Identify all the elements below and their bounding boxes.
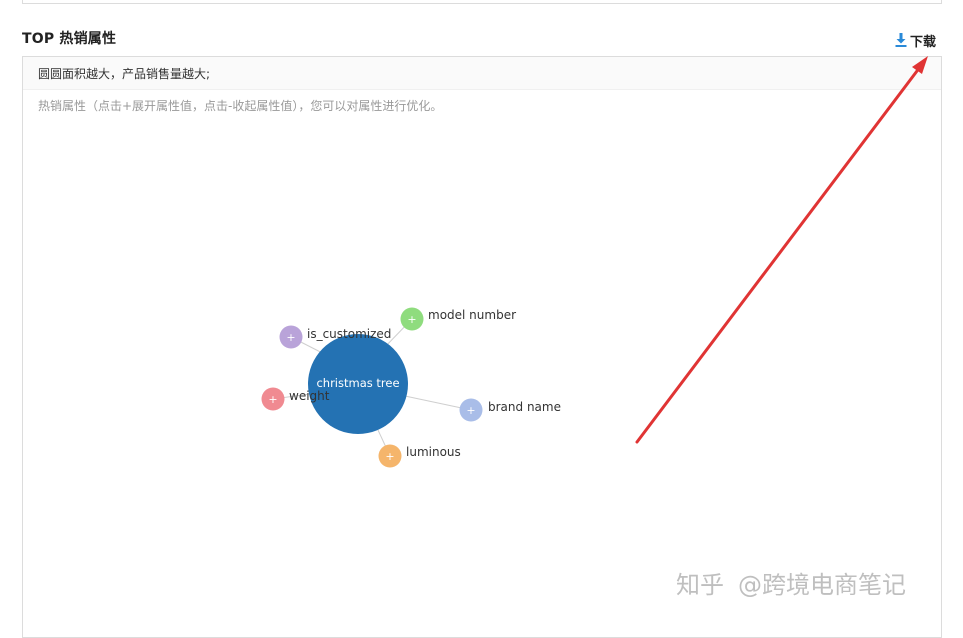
annotation-arrow	[635, 56, 928, 444]
attribute-label: model number	[428, 308, 516, 322]
expand-icon: +	[286, 331, 295, 344]
attribute-label: brand name	[488, 400, 561, 414]
attribute-node-brand-name[interactable]: + brand name	[459, 398, 561, 422]
expand-icon: +	[466, 404, 475, 417]
attribute-graph: christmas tree + is_customized + model n…	[261, 56, 928, 468]
attribute-node-luminous[interactable]: + luminous	[378, 444, 461, 468]
attribute-label: weight	[289, 389, 330, 403]
expand-icon: +	[268, 393, 277, 406]
watermark-platform: 知乎	[676, 571, 724, 599]
attribute-node-model-number[interactable]: + model number	[400, 307, 517, 331]
root-node-label: christmas tree	[316, 376, 399, 390]
expand-icon: +	[385, 450, 394, 463]
attribute-label: luminous	[406, 445, 461, 459]
watermark: 知乎 @跨境电商笔记	[676, 565, 906, 600]
root-node[interactable]: christmas tree	[308, 334, 408, 434]
watermark-author: @跨境电商笔记	[738, 571, 906, 599]
attribute-label: is_customized	[307, 327, 391, 341]
expand-icon: +	[407, 313, 416, 326]
